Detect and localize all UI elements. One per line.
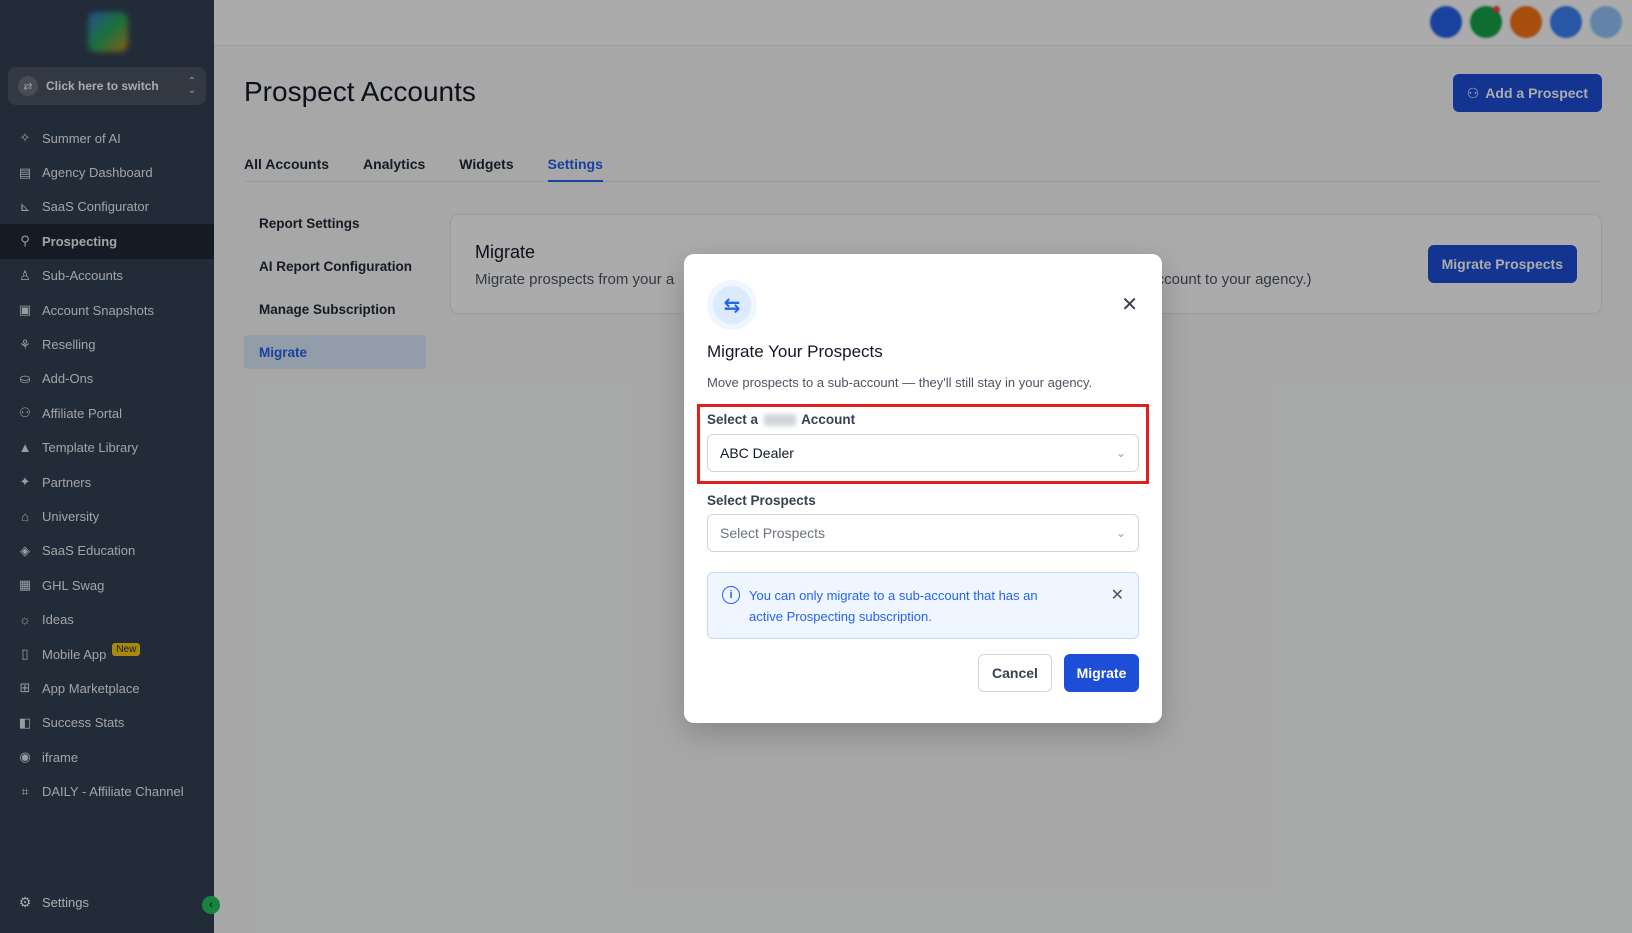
info-alert: i You can only migrate to a sub-account … [707,572,1139,639]
info-icon: i [722,586,740,604]
prospects-field-label: Select Prospects [707,493,816,508]
prospects-select-placeholder: Select Prospects [720,525,826,541]
info-text: You can only migrate to a sub-account th… [749,588,1038,624]
migrate-button[interactable]: Migrate [1064,654,1139,692]
modal-title: Migrate Your Prospects [707,342,883,361]
prospects-select[interactable]: Select Prospects ⌄ [707,514,1139,552]
close-icon[interactable]: ✕ [1121,292,1138,317]
modal-description: Move prospects to a sub-account — they'l… [707,375,1093,390]
chevron-down-icon: ⌄ [1115,526,1126,540]
migrate-modal: ⇆ ✕ Migrate Your Prospects Move prospect… [684,254,1162,723]
cancel-button[interactable]: Cancel [978,654,1052,692]
highlight-box [697,404,1149,484]
close-icon[interactable]: ✕ [1111,585,1124,605]
arrows-swap-icon: ⇆ [707,280,757,330]
